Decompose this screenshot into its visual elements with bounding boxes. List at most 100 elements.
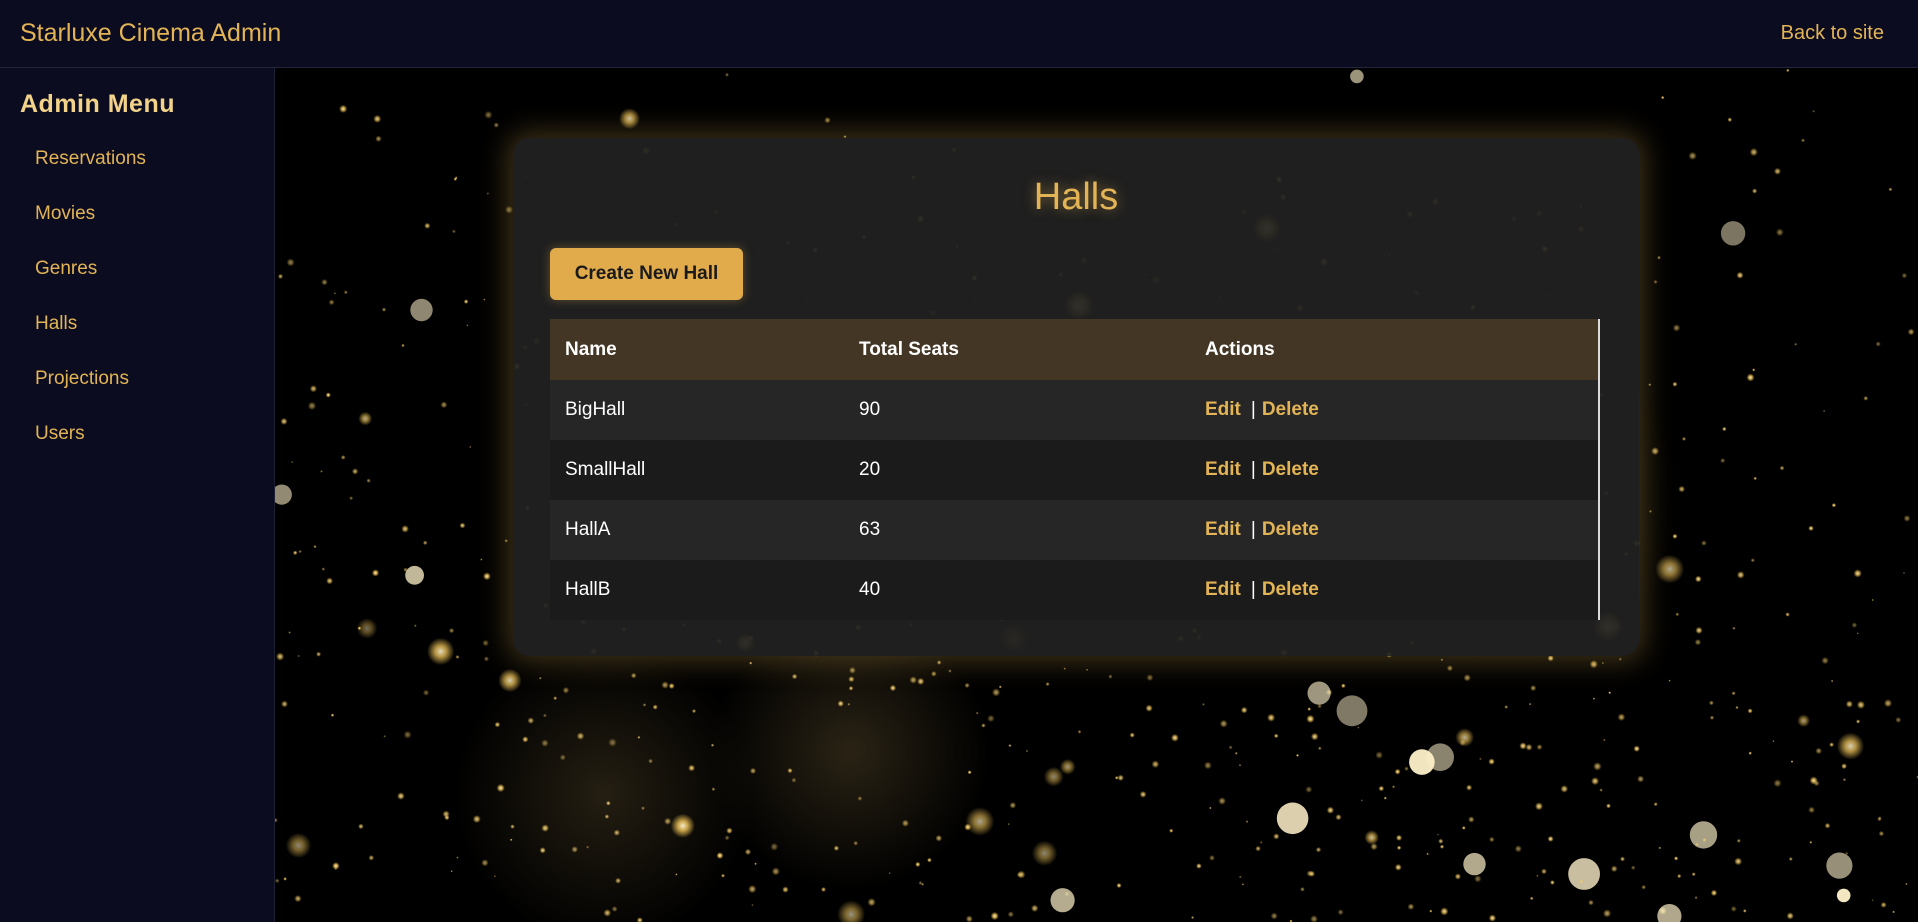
total-seats-cell: 40 [844,560,1190,620]
sparkle [837,900,866,922]
sparkle [848,686,854,691]
sparkle [1394,768,1401,775]
sparkle [1438,838,1444,844]
sparkle [1603,738,1606,742]
admin-sidebar: Admin Menu Reservations Movies Genres Ha… [0,68,275,922]
sparkle [510,824,515,829]
sparkle [413,624,417,628]
edit-link[interactable]: Edit [1205,459,1241,480]
sparkle [791,777,797,783]
sparkle [349,496,354,501]
edit-link[interactable]: Edit [1205,399,1241,420]
sidebar-item-genres[interactable]: Genres [20,253,274,308]
sparkle [664,817,672,825]
sparkle [1547,835,1554,842]
sparkle [1245,820,1249,823]
sparkle [1228,745,1233,750]
sparkle [1300,887,1305,892]
sparkle [1488,914,1496,922]
sidebar-item-movies[interactable]: Movies [20,198,274,253]
sparkle [422,540,428,546]
edit-link[interactable]: Edit [1205,519,1241,540]
sparkle [1753,476,1757,481]
sidebar-item-projections[interactable]: Projections [20,363,274,418]
sparkle [1710,889,1718,897]
delete-link[interactable]: Delete [1262,399,1319,420]
sparkle [1630,865,1636,870]
sparkle [1748,751,1752,755]
sparkle [915,861,921,868]
sparkle [782,886,789,893]
app-title[interactable]: Starluxe Cinema Admin [20,19,281,48]
sparkle [450,870,453,873]
sparkle [481,859,489,867]
sparkle [637,735,641,739]
sparkle [1815,747,1822,755]
sparkle [1439,844,1445,849]
sparkle [1357,726,1360,729]
sparkle [1720,458,1726,464]
sidebar-menu: Reservations Movies Genres Halls Project… [20,143,274,473]
sparkle [1488,758,1495,765]
sparkle [1677,874,1682,879]
sidebar-item-reservations[interactable]: Reservations [20,143,274,198]
delete-link[interactable]: Delete [1262,519,1319,540]
sparkle [889,684,897,692]
sparkle [1790,760,1794,763]
sparkle [340,455,346,460]
sparkle [1735,705,1739,710]
sparkle [1145,704,1153,712]
sparkle [371,569,380,577]
sparkle [1648,383,1652,387]
back-to-site-link[interactable]: Back to site [1781,22,1884,45]
actions-cell: Edit | Delete [1190,500,1598,560]
edit-link[interactable]: Edit [1205,579,1241,600]
sparkle [1114,776,1119,780]
sparkle [1658,846,1662,850]
sparkle [770,842,779,851]
sparkle [1779,465,1785,471]
sparkle [1651,447,1660,456]
create-new-hall-button[interactable]: Create New Hall [550,248,743,300]
sparkle [1675,612,1680,617]
sparkle [1826,852,1853,879]
sparkle [1722,426,1727,432]
sparkle [1747,708,1753,714]
delete-link[interactable]: Delete [1262,459,1319,480]
sparkle [1672,533,1678,539]
delete-link[interactable]: Delete [1262,579,1319,600]
sparkle [1394,863,1402,871]
sparkle [1335,814,1342,821]
sparkle [496,783,505,793]
sparkle [498,668,522,693]
sparkle [1218,797,1226,805]
sparkle [603,909,612,917]
sidebar-item-halls[interactable]: Halls [20,308,274,363]
sparkle [688,764,695,772]
sparkle [1259,841,1263,844]
sparkle [849,666,856,674]
sparkle [1637,775,1645,783]
sparkle [494,721,501,728]
sidebar-title: Admin Menu [20,90,175,118]
hall-name-cell: SmallHall [550,440,844,500]
sparkle [1514,845,1522,853]
sparkle [1736,571,1745,579]
sparkle [1674,856,1679,861]
sidebar-item-users[interactable]: Users [20,418,274,473]
sparkle [562,687,570,694]
sparkle [1661,95,1665,100]
hall-name-cell: HallB [550,560,844,620]
sparkle [1653,802,1658,807]
table-row: SmallHall 20 Edit | Delete [550,440,1598,500]
sparkle [541,824,549,832]
sparkle [975,711,979,715]
sparkle [1108,674,1113,679]
sparkle [965,915,973,922]
sparkle [559,754,566,761]
sparkle [1440,907,1449,916]
sparkle [1535,802,1543,811]
sparkle [1255,845,1261,852]
sparkle [1682,436,1686,441]
sparkle [505,205,513,214]
